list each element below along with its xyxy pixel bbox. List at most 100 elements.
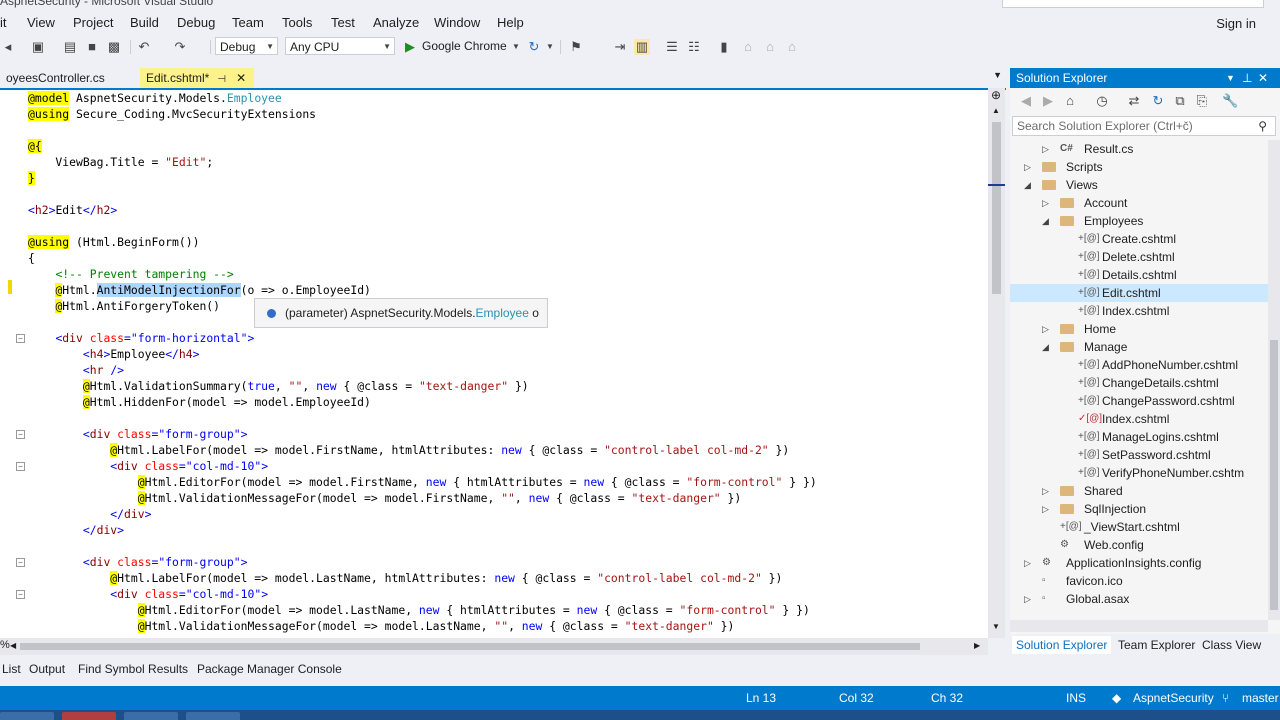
sync-icon[interactable]: ⇄ xyxy=(1126,93,1142,109)
code-line[interactable]: @Html.ValidationMessageFor(model => mode… xyxy=(28,490,741,506)
toggle-view-icon[interactable]: ▥ xyxy=(634,39,650,55)
navigate-back-icon[interactable]: ◂ xyxy=(0,39,16,55)
quick-launch-input[interactable] xyxy=(1002,0,1264,8)
expand-icon[interactable]: ▷ xyxy=(1042,140,1049,158)
code-line[interactable]: @{ xyxy=(28,138,42,154)
scroll-up-icon[interactable]: ▲ xyxy=(992,106,1000,115)
tree-item[interactable]: +[@] Details.cshtml xyxy=(1010,266,1268,284)
scroll-down-icon[interactable]: ▼ xyxy=(992,622,1000,631)
menu-edit[interactable]: it xyxy=(0,15,7,30)
refresh-icon[interactable]: ↻ xyxy=(526,39,542,55)
code-line[interactable]: ViewBag.Title = "Edit"; xyxy=(28,154,213,170)
menu-build[interactable]: Build xyxy=(130,15,159,30)
pin-icon[interactable]: ⊣ xyxy=(217,74,226,85)
code-line[interactable]: @Html.AntiModelInjectionFor(o => o.Emplo… xyxy=(28,282,371,298)
outline-collapse-icon[interactable]: − xyxy=(16,558,25,567)
scroll-thumb[interactable] xyxy=(992,122,1001,294)
tree-item[interactable]: +[@] _ViewStart.cshtml xyxy=(1010,518,1268,536)
code-line[interactable]: </div> xyxy=(28,506,151,522)
tree-item[interactable]: +[@] Delete.cshtml xyxy=(1010,248,1268,266)
code-line[interactable]: @Html.EditorFor(model => model.LastName,… xyxy=(28,602,810,618)
scroll-right-icon[interactable]: ▶ xyxy=(974,641,980,650)
tab-find-symbol-results[interactable]: Find Symbol Results xyxy=(78,662,188,676)
tree-horizontal-scrollbar[interactable] xyxy=(1010,620,1268,632)
code-line[interactable]: <!-- Prevent tampering --> xyxy=(28,266,233,282)
tab-class-view[interactable]: Class View xyxy=(1198,636,1265,654)
code-line[interactable]: <h2>Edit</h2> xyxy=(28,202,117,218)
tree-item[interactable]: ✓[@] Index.cshtml xyxy=(1010,410,1268,428)
tree-item[interactable]: ◢ Employees xyxy=(1010,212,1268,230)
bookmark-next-icon[interactable]: ⌂ xyxy=(762,39,778,55)
solution-configuration-select[interactable]: Debug ▼ xyxy=(215,37,278,55)
code-line[interactable]: @Html.ValidationSummary(true, "", new { … xyxy=(28,378,529,394)
collapse-all-icon[interactable]: ⧉ xyxy=(1172,93,1188,109)
new-project-icon[interactable]: ▣ xyxy=(30,39,46,55)
refresh-icon[interactable]: ↻ xyxy=(1150,93,1166,109)
forward-icon[interactable]: ▶ xyxy=(1040,93,1056,109)
code-line[interactable]: @Html.HiddenFor(model => model.EmployeeI… xyxy=(28,394,371,410)
collapse-icon[interactable]: ◢ xyxy=(1024,176,1031,194)
code-line[interactable]: <div class="form-horizontal"> xyxy=(28,330,254,346)
menu-project[interactable]: Project xyxy=(73,15,113,30)
menu-debug[interactable]: Debug xyxy=(177,15,215,30)
solution-platform-select[interactable]: Any CPU ▼ xyxy=(285,37,395,55)
editor-horizontal-scrollbar[interactable]: % ◀ ▶ xyxy=(0,638,988,655)
taskbar-app-button[interactable] xyxy=(62,712,116,720)
code-line[interactable]: { xyxy=(28,250,35,266)
tree-item[interactable]: +[@] Edit.cshtml xyxy=(1010,284,1268,302)
step-icon[interactable]: ⇥ xyxy=(612,39,628,55)
outline-collapse-icon[interactable]: − xyxy=(16,590,25,599)
open-file-icon[interactable]: ▤ xyxy=(62,39,78,55)
expand-icon[interactable]: ▷ xyxy=(1024,554,1031,572)
tree-item[interactable]: ▷ Shared xyxy=(1010,482,1268,500)
sign-in-link[interactable]: Sign in xyxy=(1216,16,1256,31)
chevron-down-icon[interactable]: ▼ xyxy=(542,39,558,55)
chevron-down-icon[interactable]: ▼ xyxy=(508,39,524,55)
save-all-icon[interactable]: ▩ xyxy=(106,39,122,55)
taskbar-start-button[interactable] xyxy=(0,712,54,720)
pin-icon[interactable]: ⊥ xyxy=(1242,68,1252,88)
tab-output[interactable]: Output xyxy=(29,662,65,676)
tree-item[interactable]: +[@] AddPhoneNumber.cshtml xyxy=(1010,356,1268,374)
home-icon[interactable]: ⌂ xyxy=(1062,93,1078,109)
tree-item[interactable]: ▷ C# Result.cs xyxy=(1010,140,1268,158)
collapse-icon[interactable]: ◢ xyxy=(1042,338,1049,356)
code-line[interactable]: @Html.AntiForgeryToken() xyxy=(28,298,220,314)
tab-team-explorer[interactable]: Team Explorer xyxy=(1114,636,1199,654)
tree-item[interactable]: ▷ ⚙ ApplicationInsights.config xyxy=(1010,554,1268,572)
tree-item[interactable]: +[@] VerifyPhoneNumber.cshtm xyxy=(1010,464,1268,482)
tree-item[interactable]: ▷ ▫ Global.asax xyxy=(1010,590,1268,608)
expand-icon[interactable]: ▷ xyxy=(1024,158,1031,176)
code-line[interactable]: @using (Html.BeginForm()) xyxy=(28,234,199,250)
undo-icon[interactable]: ↶ xyxy=(136,39,152,55)
tree-item[interactable]: ▫ favicon.ico xyxy=(1010,572,1268,590)
tab-overflow-icon[interactable]: ▼ xyxy=(993,70,1002,80)
code-line[interactable]: @Html.ValidationMessageFor(model => mode… xyxy=(28,618,734,634)
close-icon[interactable]: ✕ xyxy=(1258,68,1268,88)
menu-help[interactable]: Help xyxy=(497,15,524,30)
code-line[interactable]: </div> xyxy=(28,522,124,538)
collapse-icon[interactable]: ◢ xyxy=(1042,212,1049,230)
code-line[interactable]: } xyxy=(28,170,35,186)
expand-icon[interactable]: ▷ xyxy=(1042,194,1049,212)
bookmark-clear-icon[interactable]: ⌂ xyxy=(784,39,800,55)
code-line[interactable]: @Html.LabelFor(model => model.LastName, … xyxy=(28,570,782,586)
browser-link-icon[interactable]: ⚑ xyxy=(568,39,584,55)
code-line[interactable]: <div class="form-group"> xyxy=(28,426,248,442)
tree-item[interactable]: ◢ Views xyxy=(1010,176,1268,194)
scroll-thumb[interactable] xyxy=(20,643,920,650)
code-line[interactable]: <div class="col-md-10"> xyxy=(28,458,268,474)
zoom-level[interactable]: % xyxy=(0,639,10,651)
expand-icon[interactable]: ▷ xyxy=(1042,482,1049,500)
tree-item[interactable]: +[@] ChangePassword.cshtml xyxy=(1010,392,1268,410)
code-line[interactable]: @Html.LabelFor(model => model.FirstName,… xyxy=(28,442,789,458)
branch-name[interactable]: master xyxy=(1242,686,1279,710)
tree-item[interactable]: ▷ SqlInjection xyxy=(1010,500,1268,518)
tree-item[interactable]: +[@] ChangeDetails.cshtml xyxy=(1010,374,1268,392)
indent-icon[interactable]: ☷ xyxy=(686,39,702,55)
tree-item[interactable]: +[@] Create.cshtml xyxy=(1010,230,1268,248)
repository-name[interactable]: AspnetSecurity xyxy=(1133,686,1214,710)
tab-solution-explorer[interactable]: Solution Explorer xyxy=(1012,636,1112,654)
tab-employees-controller[interactable]: oyeesController.cs xyxy=(0,68,111,88)
window-position-icon[interactable]: ▼ xyxy=(1226,68,1235,88)
